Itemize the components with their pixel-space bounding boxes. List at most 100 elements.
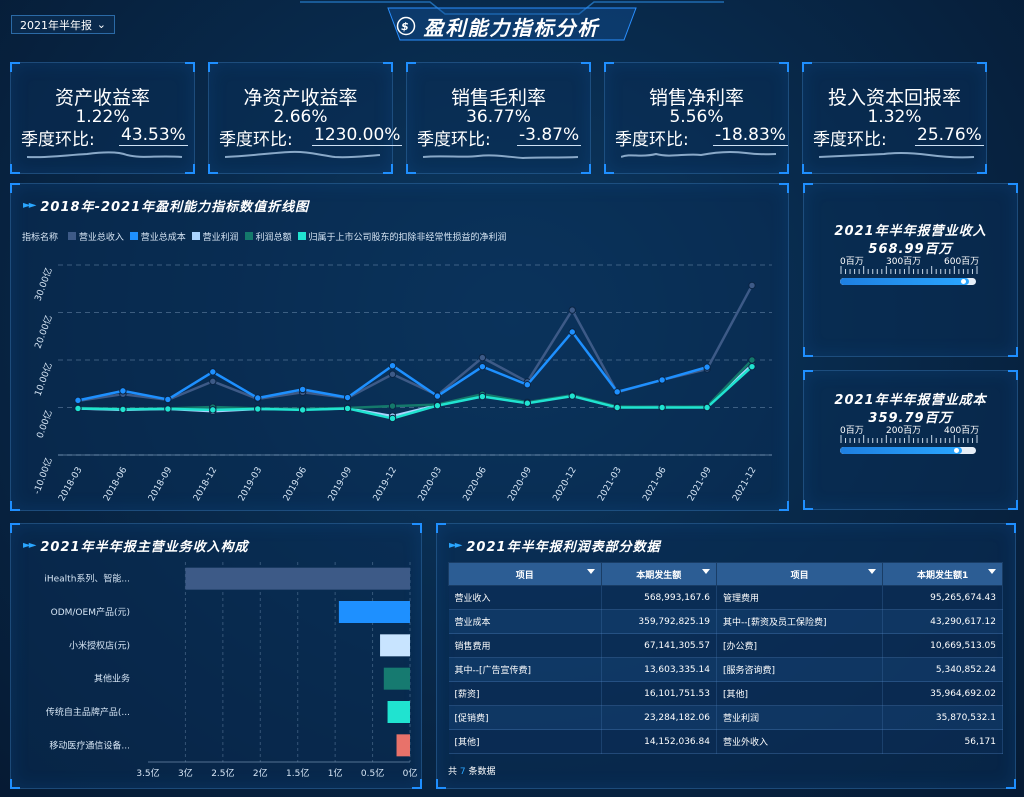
sort-caret-icon: [701, 569, 710, 574]
period-select[interactable]: 2021年半年报 ⌄: [11, 15, 115, 34]
double-chevron-icon: ►►: [449, 540, 462, 551]
table-row[interactable]: [促销费] 23,284,182.06 营业利润 35,870,532.1: [448, 705, 1003, 730]
column-header-amount[interactable]: 本期发生额: [600, 562, 717, 586]
page-title-wrap: $ 盈利能力指标分析: [385, 6, 610, 46]
table-cell-item: 营业收入: [448, 585, 602, 610]
kpi-qoq-value: 25.76%: [915, 125, 984, 146]
kpi-qoq-label: 季度环比:: [219, 130, 293, 150]
table-title: ►► 2021年半年报利润表部分数据: [449, 540, 661, 555]
bar: [380, 634, 410, 657]
x-tick-label: 2018-09: [147, 465, 175, 503]
data-point: [568, 306, 576, 314]
kpi-name: 销售毛利率: [450, 87, 546, 109]
x-tick-label: 2.5亿: [211, 767, 234, 779]
table-cell-item: 营业利润: [716, 705, 884, 730]
data-point: [298, 385, 307, 394]
legend-item[interactable]: 归属于上市公司股东的扣除非经常性损益的净利润: [292, 232, 506, 243]
table-cell-amount: 359,792,825.19: [601, 609, 717, 634]
y-tick-label: -10.00亿: [31, 456, 55, 496]
line-chart-title: ►► 2018年-2021年盈利能力指标数值折线图: [23, 200, 310, 215]
sort-caret-icon: [868, 569, 877, 574]
bar: [387, 701, 410, 723]
kpi-value: 1.22%: [75, 107, 130, 127]
data-point: [388, 402, 397, 410]
data-point: [388, 414, 397, 423]
data-point: [523, 381, 532, 389]
table-cell-item: 其中--[薪资及员工保险费]: [716, 609, 884, 634]
table-cell-amount: 13,603,335.14: [601, 657, 717, 682]
kpi-value: 5.56%: [669, 107, 724, 127]
legend-item[interactable]: 营业总收入: [62, 232, 124, 243]
table-cell-amount: 16,101,751.53: [601, 681, 717, 706]
cost-title: 2021年半年报营业成本: [834, 393, 987, 408]
y-tick-label: 0.00亿: [34, 408, 55, 439]
category-label: iHealth系列、智能...: [44, 573, 130, 585]
bar: [338, 601, 410, 623]
table-cell-item: [其他]: [716, 681, 884, 706]
table-cell-item: 营业外收入: [716, 729, 884, 754]
data-point: [254, 394, 262, 402]
legend-label: 营业总成本: [140, 233, 186, 243]
x-tick-label: 2019-12: [372, 466, 399, 504]
category-label: 小米授权店(元): [69, 639, 130, 651]
bar: [383, 667, 410, 690]
data-point: [613, 403, 621, 412]
table-cell-amount: 10,669,513.05: [882, 633, 1003, 658]
data-point: [748, 281, 756, 290]
data-point: [343, 404, 352, 413]
category-label: 其他业务: [94, 673, 130, 685]
x-tick-label: 2亿: [253, 767, 268, 779]
x-tick-label: 3亿: [178, 767, 193, 779]
table-row[interactable]: [薪资] 16,101,751.53 [其他] 35,964,692.02: [448, 681, 1003, 706]
data-point: [658, 403, 666, 412]
sort-caret-icon: [586, 569, 595, 574]
legend-caption: 指标名称: [22, 233, 59, 243]
y-tick-label: 30.00亿: [32, 266, 55, 303]
x-tick-label: 2021-09: [686, 465, 714, 503]
legend-item[interactable]: 利润总额: [239, 232, 292, 243]
kpi-card: 净资产收益率 2.66% 季度环比: 1230.00%: [208, 62, 403, 174]
data-point: [433, 401, 442, 410]
column-header-amount1[interactable]: 本期发生额1: [882, 562, 1003, 586]
table-row[interactable]: 销售费用 67,141,305.57 [办公费] 10,669,513.05: [448, 633, 1003, 658]
table-row[interactable]: 其中--[广告宣传费] 13,603,335.14 [服务咨询费] 5,340,852…: [448, 657, 1003, 682]
table-row[interactable]: 营业收入 568,993,167.6 管理费用 95,265,674.43: [448, 585, 1003, 610]
table-footer: 共 7 条数据: [448, 767, 496, 777]
category-label: 传统自主品牌产品(...: [46, 706, 130, 718]
line-chart-legend: 指标名称 营业总收入 营业总成本 营业利润 利润总额 归属于上市公司股东的扣除非…: [22, 230, 506, 243]
data-point: [164, 405, 172, 413]
kpi-value: 2.66%: [273, 107, 328, 127]
legend-label: 营业总收入: [78, 233, 124, 243]
table-row[interactable]: 营业成本 359,792,825.19 其中--[薪资及员工保险费] 43,290,6…: [448, 609, 1003, 634]
x-tick-label: 2020-03: [417, 466, 444, 504]
row-count: 7: [459, 767, 466, 777]
data-point: [478, 392, 487, 401]
kpi-qoq-value: -3.87%: [517, 125, 582, 146]
kpi-qoq-value: 43.53%: [119, 125, 188, 146]
profit-table: 项目 本期发生额 项目 本期发生额1 营业收入 568,993,167.6 管理费用…: [448, 562, 1003, 754]
kpi-card: 投入资本回报率 1.32% 季度环比: 25.76%: [802, 62, 987, 174]
bar-chart-title: ►► 2021年半年报主营业务收入构成: [23, 540, 249, 555]
x-tick-label: 2020-12: [551, 466, 578, 504]
x-tick-label: 2019-06: [282, 465, 310, 503]
data-point: [388, 370, 397, 378]
data-point: [388, 362, 397, 370]
y-tick-label: 20.00亿: [32, 313, 55, 350]
column-header-item[interactable]: 项目: [715, 562, 884, 586]
legend-item[interactable]: 营业利润: [186, 232, 239, 243]
profit-table-wrap: 项目 本期发生额 项目 本期发生额1 营业收入 568,993,167.6 管理费用…: [448, 562, 1003, 777]
x-tick-label: 0.5亿: [361, 767, 384, 779]
x-tick-label: 2018-06: [102, 465, 130, 503]
data-point: [478, 353, 487, 362]
x-tick-label: 2019-09: [327, 465, 355, 503]
legend-item[interactable]: 营业总成本: [124, 232, 186, 243]
data-point: [703, 403, 711, 412]
data-point: [298, 406, 307, 414]
data-point: [74, 404, 82, 413]
table-cell-amount: 43,290,617.12: [882, 609, 1003, 634]
table-cell-amount: 35,870,532.1: [882, 705, 1003, 730]
table-row[interactable]: [其他] 14,152,036.84 营业外收入 56,171: [448, 729, 1003, 754]
category-label: 移动医疗通信设备...: [49, 739, 130, 751]
legend-label: 营业利润: [202, 233, 239, 243]
column-header-item[interactable]: 项目: [448, 562, 602, 586]
